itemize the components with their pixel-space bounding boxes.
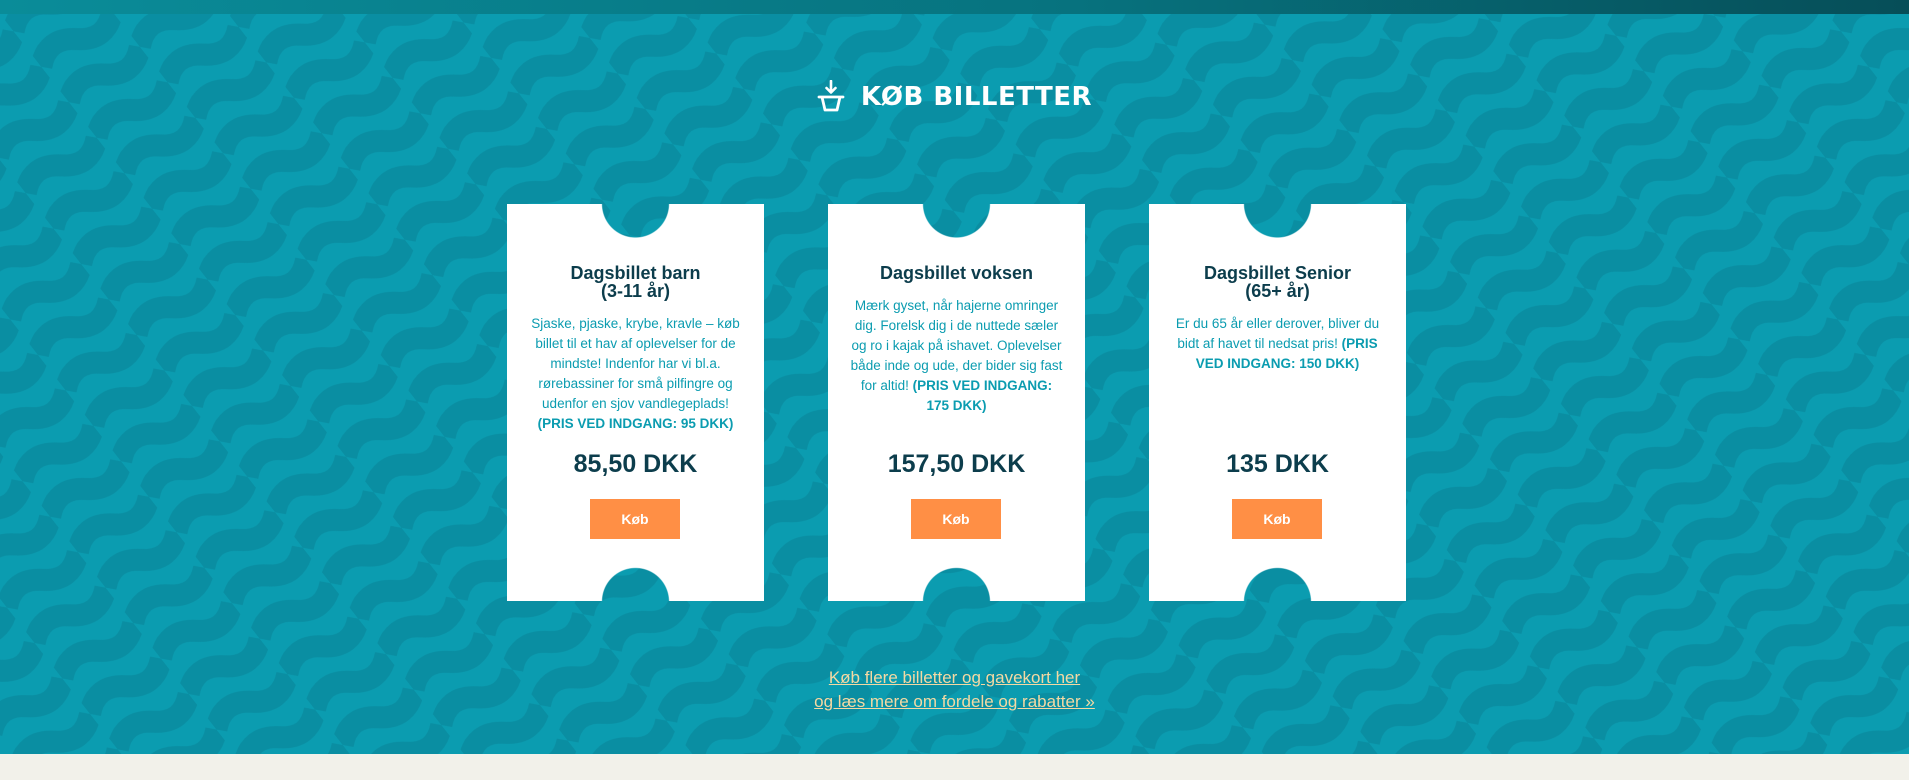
ticket-title-line2: (3-11 år) [600,281,671,301]
buy-child-ticket-button[interactable]: Køb [590,499,680,539]
ticket-card-adult: Dagsbillet voksen Mærk gyset, når hajern… [828,204,1085,601]
more-tickets-link-container: Køb flere billetter og gavekort her og l… [0,666,1909,714]
ticket-description: Mærk gyset, når hajerne omringer dig. Fo… [850,296,1063,416]
ticket-title-line1: Dagsbillet Senior [1203,263,1352,283]
ticket-title: Dagsbillet voksen [842,264,1071,282]
footer-strip [0,754,1909,780]
ticket-price: 157,50 DKK [887,450,1026,478]
tickets-section: KØB BILLETTER Dagsbillet barn (3-11 år) … [0,14,1909,754]
ticket-card-child: Dagsbillet barn (3-11 år) Sjaske, pjaske… [507,204,764,601]
more-tickets-link[interactable]: Køb flere billetter og gavekort her og l… [0,666,1909,714]
ticket-card-senior: Dagsbillet Senior (65+ år) Er du 65 år e… [1149,204,1406,601]
ticket-description: Sjaske, pjaske, krybe, kravle – køb bill… [529,314,742,434]
ticket-title-line2: (65+ år) [1245,281,1310,301]
ticket-description: Er du 65 år eller derover, bliver du bid… [1171,314,1384,374]
more-tickets-link-line1: Køb flere billetter og gavekort her [828,668,1081,687]
ticket-title-line1: Dagsbillet barn [570,263,701,283]
ticket-gate-price-note: (PRIS VED INDGANG: 95 DKK) [537,416,734,431]
more-tickets-link-line2: og læs mere om fordele og rabatter » [814,692,1095,711]
basket-download-icon [817,80,845,112]
ticket-description-text: Sjaske, pjaske, krybe, kravle – køb bill… [531,316,740,411]
buy-adult-ticket-button[interactable]: Køb [911,499,1001,539]
ticket-gate-price-note: (PRIS VED INDGANG: 175 DKK) [912,378,1053,413]
page-title: KØB BILLETTER [860,82,1093,112]
ticket-title: Dagsbillet barn (3-11 år) [521,264,750,300]
buy-senior-ticket-button[interactable]: Køb [1232,499,1322,539]
ticket-title-line1: Dagsbillet voksen [879,263,1034,283]
ticket-title: Dagsbillet Senior (65+ år) [1163,264,1392,300]
section-heading: KØB BILLETTER [0,80,1909,114]
top-bar [0,0,1909,14]
ticket-price: 135 DKK [1226,450,1329,478]
ticket-price: 85,50 DKK [573,450,698,478]
